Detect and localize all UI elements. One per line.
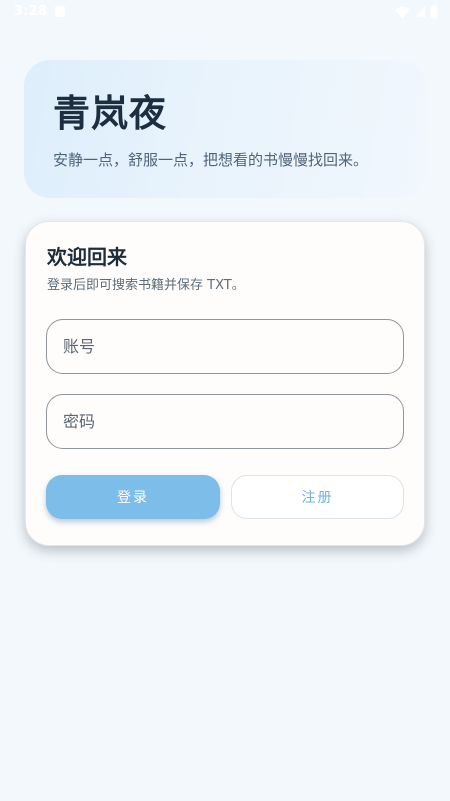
notification-icon xyxy=(55,6,65,17)
login-title: 欢迎回来 xyxy=(47,245,127,269)
signal-icon xyxy=(414,6,426,18)
status-bar: 3:28 xyxy=(0,0,450,26)
register-button[interactable]: 注册 xyxy=(231,475,404,519)
wifi-icon xyxy=(395,6,410,18)
app-tagline: 安静一点，舒服一点，把想看的书慢慢找回来。 xyxy=(53,151,369,169)
battery-icon xyxy=(430,5,438,19)
password-input[interactable] xyxy=(46,394,404,449)
status-time: 3:28 xyxy=(14,4,48,19)
app-title: 青岚夜 xyxy=(53,92,167,135)
login-subtitle: 登录后即可搜索书籍并保存 TXT。 xyxy=(47,278,245,293)
hero-banner: 青岚夜 安静一点，舒服一点，把想看的书慢慢找回来。 xyxy=(24,60,426,198)
login-card: 欢迎回来 登录后即可搜索书籍并保存 TXT。 登录 注册 xyxy=(25,221,425,546)
login-button[interactable]: 登录 xyxy=(46,475,220,519)
status-icons xyxy=(395,5,438,19)
account-input[interactable] xyxy=(46,319,404,374)
